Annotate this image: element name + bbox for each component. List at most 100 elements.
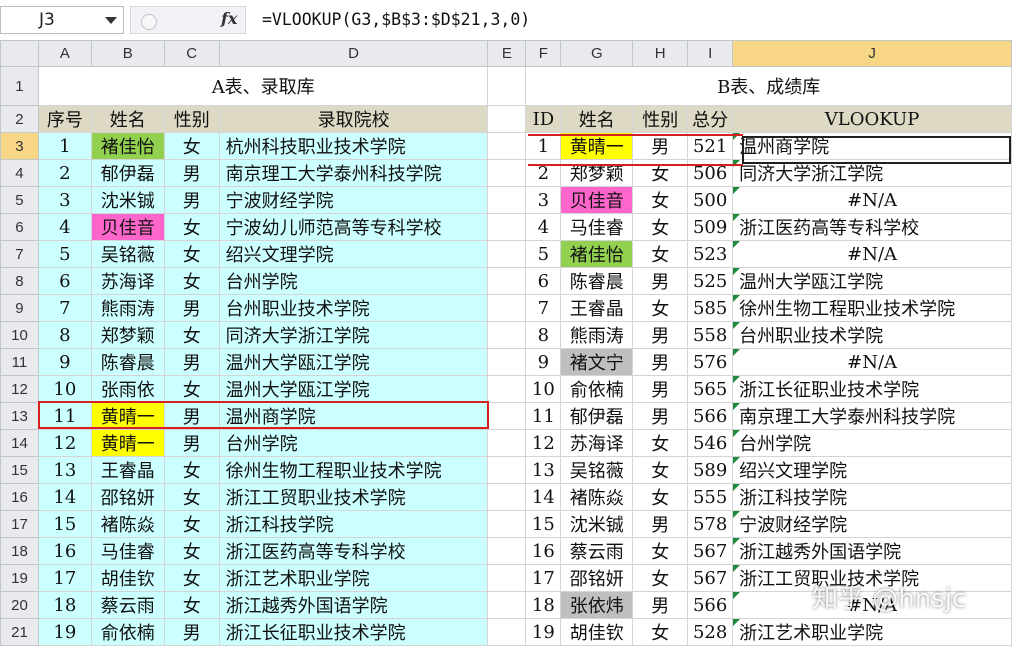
row-header-9[interactable]: 9 [0,294,39,322]
cancel-icon[interactable] [141,14,157,30]
table-b-gender[interactable]: 女 [632,213,689,241]
table-b-header[interactable]: VLOOKUP [732,105,1012,133]
table-a-name[interactable]: 褚佳怡 [90,132,165,160]
cell-e7[interactable] [487,240,527,268]
table-a-school[interactable]: 温州大学瓯江学院 [218,348,489,376]
chevron-down-icon[interactable] [105,17,117,24]
table-b-id[interactable]: 16 [525,537,562,565]
row-header-5[interactable]: 5 [0,186,39,214]
table-b-gender[interactable]: 女 [632,483,689,511]
table-a-gender[interactable]: 男 [163,294,220,322]
table-b-gender[interactable]: 女 [632,564,689,592]
table-a-gender[interactable]: 女 [163,510,220,538]
table-a-name[interactable]: 黄晴一 [90,429,165,457]
table-b-id[interactable]: 18 [525,591,562,619]
table-b-name[interactable]: 陈睿晨 [560,267,634,295]
table-b-score[interactable]: 555 [687,483,734,511]
table-b-score[interactable]: 565 [687,375,734,403]
table-a-name[interactable]: 贝佳音 [90,213,165,241]
table-a-school[interactable]: 台州学院 [218,429,489,457]
table-a-school[interactable]: 浙江艺术职业学院 [218,564,489,592]
table-b-vlookup-result[interactable]: 绍兴文理学院 [732,456,1012,484]
table-a-name[interactable]: 陈睿晨 [90,348,165,376]
cell-e17[interactable] [487,510,527,538]
row-header-20[interactable]: 20 [0,591,39,619]
cell-e3[interactable] [487,132,527,160]
table-a-seq[interactable]: 19 [37,618,92,646]
cell-e6[interactable] [487,213,527,241]
table-b-score[interactable]: 525 [687,267,734,295]
table-a-gender[interactable]: 女 [163,537,220,565]
row-header-3[interactable]: 3 [0,132,39,160]
table-a-school[interactable]: 杭州科技职业技术学院 [218,132,489,160]
table-a-name[interactable]: 郑梦颖 [90,321,165,349]
table-b-gender[interactable]: 男 [632,132,689,160]
column-header-j[interactable]: J [732,40,1012,67]
table-a-name[interactable]: 王睿晶 [90,456,165,484]
table-a-school[interactable]: 台州职业技术学院 [218,294,489,322]
table-b-score[interactable]: 589 [687,456,734,484]
table-a-gender[interactable]: 女 [163,240,220,268]
row-header-21[interactable]: 21 [0,618,39,646]
table-a-name[interactable]: 胡佳钦 [90,564,165,592]
table-b-name[interactable]: 俞依楠 [560,375,634,403]
table-a-header[interactable]: 序号 [37,105,92,133]
table-b-name[interactable]: 褚陈焱 [560,483,634,511]
table-a-gender[interactable]: 男 [163,429,220,457]
table-a-school[interactable]: 浙江工贸职业技术学院 [218,483,489,511]
table-a-school[interactable]: 徐州生物工程职业技术学院 [218,456,489,484]
table-a-seq[interactable]: 18 [37,591,92,619]
table-b-header[interactable]: 性别 [632,105,689,133]
table-a-gender[interactable]: 女 [163,456,220,484]
row-header-13[interactable]: 13 [0,402,39,430]
table-b-id[interactable]: 14 [525,483,562,511]
row-header-4[interactable]: 4 [0,159,39,187]
table-b-name[interactable]: 邵铭妍 [560,564,634,592]
row-header-16[interactable]: 16 [0,483,39,511]
row-header-12[interactable]: 12 [0,375,39,403]
table-b-vlookup-result[interactable]: #N/A [732,348,1012,376]
table-b-score[interactable]: 528 [687,618,734,646]
table-b-id[interactable]: 8 [525,321,562,349]
cell-e18[interactable] [487,537,527,565]
table-a-name[interactable]: 苏海译 [90,267,165,295]
select-all-corner[interactable] [0,40,39,67]
table-a-seq[interactable]: 16 [37,537,92,565]
table-b-vlookup-result[interactable]: 浙江长征职业技术学院 [732,375,1012,403]
table-b-name[interactable]: 张依炜 [560,591,634,619]
table-a-name[interactable]: 熊雨涛 [90,294,165,322]
cell-e5[interactable] [487,186,527,214]
table-b-gender[interactable]: 男 [632,591,689,619]
table-a-name[interactable]: 郁伊磊 [90,159,165,187]
table-b-id[interactable]: 5 [525,240,562,268]
table-b-gender[interactable]: 男 [632,348,689,376]
table-b-vlookup-result[interactable]: 徐州生物工程职业技术学院 [732,294,1012,322]
table-b-score[interactable]: 578 [687,510,734,538]
active-cell-j3[interactable] [742,136,1011,164]
table-b-gender[interactable]: 女 [632,294,689,322]
insert-function-icon[interactable]: fx [221,9,237,28]
cell-e9[interactable] [487,294,527,322]
table-a-gender[interactable]: 女 [163,213,220,241]
table-b-vlookup-result[interactable]: 台州学院 [732,429,1012,457]
row-header-15[interactable]: 15 [0,456,39,484]
table-a-gender[interactable]: 男 [163,402,220,430]
row-header-18[interactable]: 18 [0,537,39,565]
table-b-gender[interactable]: 男 [632,321,689,349]
table-b-id[interactable]: 1 [525,132,562,160]
cell-e2[interactable] [487,105,527,133]
table-b-score[interactable]: 566 [687,591,734,619]
table-a-name[interactable]: 马佳睿 [90,537,165,565]
table-b-name[interactable]: 熊雨涛 [560,321,634,349]
table-a-seq[interactable]: 5 [37,240,92,268]
table-b-name[interactable]: 贝佳音 [560,186,634,214]
table-a-gender[interactable]: 女 [163,564,220,592]
table-a-gender[interactable]: 女 [163,267,220,295]
table-a-seq[interactable]: 6 [37,267,92,295]
table-b-score[interactable]: 576 [687,348,734,376]
table-a-seq[interactable]: 11 [37,402,92,430]
table-a-seq[interactable]: 9 [37,348,92,376]
table-b-vlookup-result[interactable]: #N/A [732,240,1012,268]
table-b-gender[interactable]: 男 [632,375,689,403]
row-header-11[interactable]: 11 [0,348,39,376]
